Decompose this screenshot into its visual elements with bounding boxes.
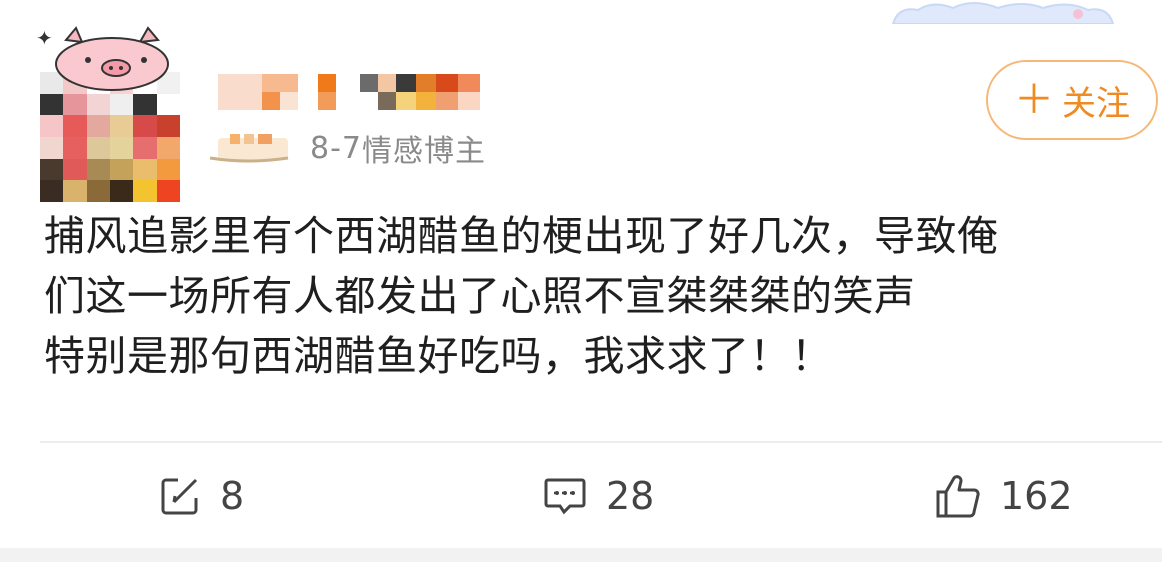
fan-badge-icon [209,134,289,163]
pig-sticker-icon [55,26,169,91]
post-date: 8-7 [310,130,362,166]
divider [40,441,1162,443]
follow-button[interactable]: ＋ 关注 [986,60,1158,140]
cloud-decoration-icon [891,2,1115,24]
thumbs-up-icon [936,475,980,518]
post-text: 捕风追影里有个西湖醋鱼的梗出现了好几次，导致俺 们这一场所有人都发出了心照不宣桀… [44,206,1144,386]
repost-button[interactable]: 8 [158,468,244,524]
username-pixelated[interactable] [218,74,484,110]
edit-share-icon [161,478,198,515]
comment-button[interactable]: 28 [542,468,654,524]
like-count: 162 [1000,474,1073,518]
comment-count: 28 [606,474,655,518]
post-text-line: 们这一场所有人都发出了心照不宣桀桀桀的笑声 [44,272,916,320]
sparkle-icon: ✦ [36,26,53,50]
post-text-line: 特别是那句西湖醋鱼好吃吗，我求求了！！ [44,332,833,380]
follow-label: 关注 [1062,83,1130,124]
avatar[interactable]: ✦ [36,26,184,202]
post-text-line: 捕风追影里有个西湖醋鱼的梗出现了好几次，导致俺 [44,212,999,260]
like-button[interactable]: 162 [934,468,1073,524]
plus-icon: ＋ [1014,77,1054,123]
bottom-separator [0,548,1162,562]
comment-bubble-icon [544,478,586,515]
author-tag: 情感博主 [362,134,486,169]
repost-count: 8 [220,474,245,518]
post-meta: 8-7 情感博主 [208,128,486,169]
